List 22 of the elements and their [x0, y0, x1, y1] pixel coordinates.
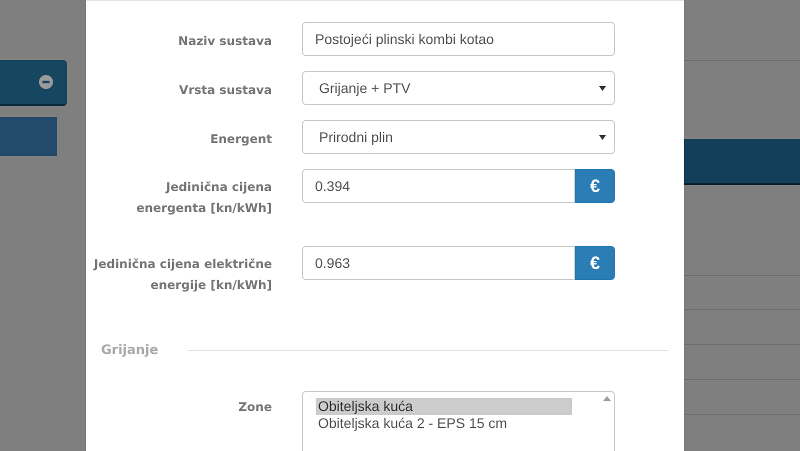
scroll-up-icon[interactable] [603, 396, 611, 400]
select-field[interactable]: Grijanje + PTV [302, 71, 615, 105]
field-label: Energent [209, 131, 272, 148]
field-label: Vrsta sustava [178, 82, 272, 99]
zone-option[interactable]: Obiteljska kuća 2 - EPS 15 cm [316, 414, 572, 432]
dropdown-caret-icon [599, 134, 606, 140]
field-label: Naziv sustava [177, 33, 272, 50]
section-title: Grijanje [101, 342, 160, 360]
price-field[interactable]: 0.394 [302, 169, 575, 203]
field-label: Zone [238, 398, 272, 416]
field-label: Jedinična cijena električne energije [kn/kWh] [92, 256, 272, 294]
zone-option[interactable]: Obiteljska kuća [316, 398, 572, 414]
backdrop-panel-header [0, 60, 67, 106]
minus-circle-icon [39, 75, 53, 89]
field-label: Jedinična cijena energenta [kn/kWh] [135, 179, 272, 217]
currency-button[interactable]: € [575, 169, 615, 203]
text-field[interactable]: Postojeći plinski kombi kotao [302, 22, 615, 56]
price-field[interactable]: 0.963 [302, 246, 575, 280]
zone-listbox[interactable]: Obiteljska kuća Obiteljska kuća 2 - EPS 15 cm [302, 390, 615, 451]
currency-button[interactable]: € [575, 246, 615, 280]
dropdown-caret-icon [599, 86, 606, 90]
select-field[interactable]: Prirodni plin [302, 120, 615, 154]
